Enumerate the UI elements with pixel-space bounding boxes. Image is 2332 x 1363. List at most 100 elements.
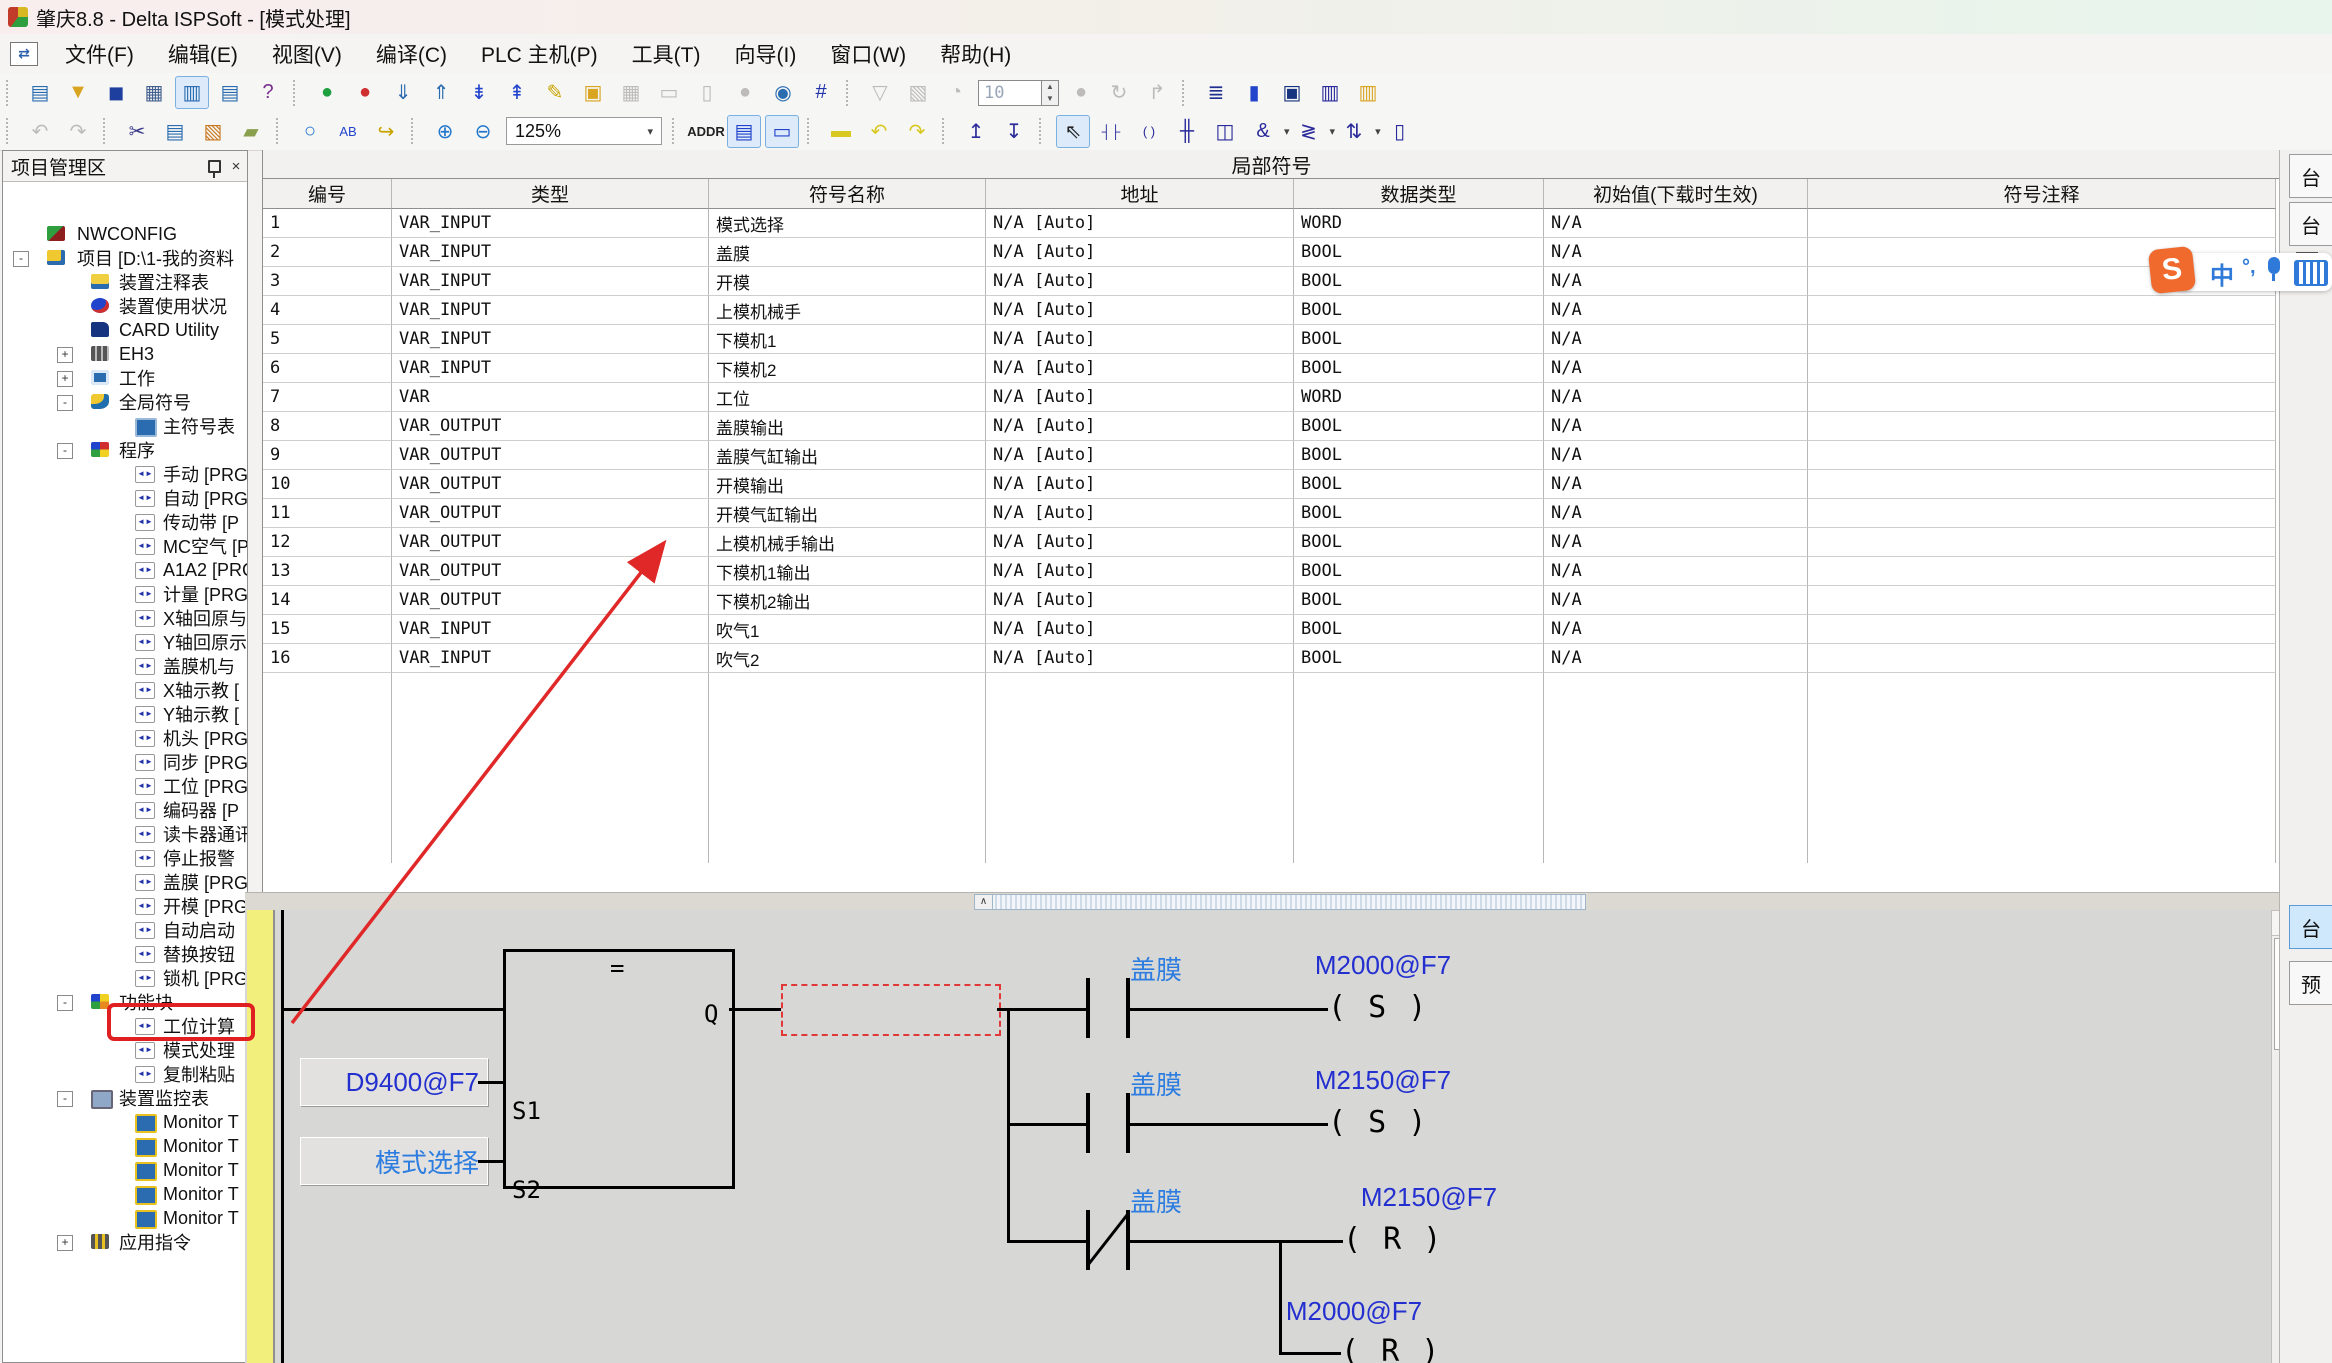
cell-r7-c4[interactable]: WORD	[1294, 383, 1544, 412]
cell-r12-c4[interactable]: BOOL	[1294, 528, 1544, 557]
tree-item-程序[interactable]: 程序	[119, 438, 155, 462]
child-window-icon[interactable]: ⇄	[10, 42, 38, 66]
tree-item-Monitor-T[interactable]: Monitor T	[163, 1158, 239, 1182]
cell-r16-c0[interactable]: 16	[263, 644, 392, 673]
tree-item-MC空气-[P[interactable]: MC空气 [P	[163, 534, 247, 558]
cell-r12-c3[interactable]: N/A [Auto]	[986, 528, 1294, 557]
tree-item-工位-[PRG[interactable]: 工位 [PRG	[163, 774, 247, 798]
cell-r12-c5[interactable]: N/A	[1544, 528, 1808, 557]
table-row[interactable]: 13VAR_OUTPUT下模机1输出N/A [Auto]BOOLN/A	[263, 557, 2280, 586]
table-row[interactable]: 5VAR_INPUT下模机1N/A [Auto]BOOLN/A	[263, 325, 2280, 354]
tree-item-EH3[interactable]: EH3	[119, 342, 154, 366]
function-block[interactable]: =QS1S2	[503, 949, 735, 1189]
column-header-6[interactable]: 符号注释	[1808, 179, 2276, 209]
contact-label-3[interactable]: 盖膜	[1068, 1182, 1244, 1219]
paste-icon[interactable]: ▧	[196, 115, 230, 148]
cell-r15-c1[interactable]: VAR_INPUT	[392, 615, 709, 644]
tree-item-Monitor-T[interactable]: Monitor T	[163, 1206, 239, 1230]
cell-r1-c5[interactable]: N/A	[1544, 209, 1808, 238]
cell-r14-c2[interactable]: 下模机2输出	[709, 586, 986, 615]
spin-down-icon[interactable]: ▼	[1042, 93, 1058, 105]
menu-1[interactable]: 编辑(E)	[151, 34, 255, 73]
table-row[interactable]: 4VAR_INPUT上模机械手N/A [Auto]BOOLN/A	[263, 296, 2280, 325]
cell-r9-c6[interactable]	[1808, 441, 2276, 470]
tree-item-Monitor-T[interactable]: Monitor T	[163, 1182, 239, 1206]
menu-0[interactable]: 文件(F)	[48, 34, 151, 73]
table-row[interactable]: 14VAR_OUTPUT下模机2输出N/A [Auto]BOOLN/A	[263, 586, 2280, 615]
cell-r1-c2[interactable]: 模式选择	[709, 209, 986, 238]
cell-r4-c6[interactable]	[1808, 296, 2276, 325]
chevron-down-icon[interactable]: ▾	[647, 125, 653, 138]
cell-r3-c4[interactable]: BOOL	[1294, 267, 1544, 296]
microphone-icon[interactable]	[2268, 257, 2280, 274]
operand-s1[interactable]: D9400@F7	[300, 1058, 488, 1106]
menu-8[interactable]: 帮助(H)	[923, 34, 1028, 73]
sogou-logo-icon[interactable]: S	[2148, 246, 2196, 294]
menu-5[interactable]: 工具(T)	[615, 34, 718, 73]
cell-r11-c5[interactable]: N/A	[1544, 499, 1808, 528]
cell-r8-c1[interactable]: VAR_OUTPUT	[392, 412, 709, 441]
column-header-1[interactable]: 类型	[392, 179, 709, 209]
cell-r8-c0[interactable]: 8	[263, 412, 392, 441]
contact-label-2[interactable]: 盖膜	[1068, 1065, 1244, 1102]
dock-tab-top-0[interactable]: 台	[2289, 154, 2332, 198]
no-contact-icon[interactable]	[1086, 1093, 1090, 1153]
cell-r10-c4[interactable]: BOOL	[1294, 470, 1544, 499]
cell-r13-c4[interactable]: BOOL	[1294, 557, 1544, 586]
cell-r3-c3[interactable]: N/A [Auto]	[986, 267, 1294, 296]
cell-r13-c2[interactable]: 下模机1输出	[709, 557, 986, 586]
symbol-table-view-icon[interactable]: ▤	[727, 115, 761, 148]
cell-r4-c0[interactable]: 4	[263, 296, 392, 325]
cell-r11-c0[interactable]: 11	[263, 499, 392, 528]
replace-icon[interactable]: AB	[331, 115, 365, 148]
collapse-icon[interactable]: -	[57, 1091, 73, 1107]
simulator-stop-icon[interactable]: ●	[348, 76, 382, 109]
cell-r16-c5[interactable]: N/A	[1544, 644, 1808, 673]
cell-r10-c1[interactable]: VAR_OUTPUT	[392, 470, 709, 499]
snapshot-icon[interactable]: ◉	[766, 76, 800, 109]
cell-r12-c2[interactable]: 上模机械手输出	[709, 528, 986, 557]
table-row[interactable]: 10VAR_OUTPUT开模输出N/A [Auto]BOOLN/A	[263, 470, 2280, 499]
tree-item-Monitor-T[interactable]: Monitor T	[163, 1110, 239, 1134]
tree-item-NWCONFIG[interactable]: NWCONFIG	[77, 222, 177, 246]
operand-s2[interactable]: 模式选择	[300, 1137, 488, 1185]
cell-r6-c1[interactable]: VAR_INPUT	[392, 354, 709, 383]
cell-r4-c1[interactable]: VAR_INPUT	[392, 296, 709, 325]
contact-label-1[interactable]: 盖膜	[1068, 950, 1244, 987]
cell-r5-c1[interactable]: VAR_INPUT	[392, 325, 709, 354]
scroll-left-arrow-icon[interactable]: ∧	[975, 895, 993, 909]
tree-item-Monitor-T[interactable]: Monitor T	[163, 1134, 239, 1158]
edge-dropdown[interactable]: ⇅	[1337, 115, 1371, 148]
coil-tool-icon[interactable]: ( )	[1132, 115, 1166, 148]
cell-r7-c3[interactable]: N/A [Auto]	[986, 383, 1294, 412]
cell-r15-c4[interactable]: BOOL	[1294, 615, 1544, 644]
cell-r8-c2[interactable]: 盖膜输出	[709, 412, 986, 441]
contact-tool-icon[interactable]: ┤├	[1094, 115, 1128, 148]
coil-reset-2[interactable]: ( R )	[1341, 1334, 1441, 1363]
tree-item-手动-[PRG[interactable]: 手动 [PRG	[163, 462, 247, 486]
cell-r11-c6[interactable]	[1808, 499, 2276, 528]
column-header-0[interactable]: 编号	[263, 179, 392, 209]
columns-gold-icon[interactable]: ▥	[1351, 76, 1385, 109]
bookmark-icon[interactable]: ▬	[824, 115, 858, 148]
collapse-icon[interactable]: -	[57, 995, 73, 1011]
online-monitor-icon[interactable]: ▣	[576, 76, 610, 109]
cell-r14-c5[interactable]: N/A	[1544, 586, 1808, 615]
tree-item-Y轴回原示[interactable]: Y轴回原示	[163, 630, 247, 654]
tree-item-锁机-[PRG[interactable]: 锁机 [PRG	[163, 966, 247, 990]
cell-r1-c3[interactable]: N/A [Auto]	[986, 209, 1294, 238]
dock-tab-ladder-1[interactable]: 预	[2289, 961, 2332, 1005]
network-icon[interactable]: #	[804, 76, 838, 109]
tree-item-项目-[D:\1-我的资料[interactable]: 项目 [D:\1-我的资料	[77, 246, 234, 270]
cell-r2-c2[interactable]: 盖膜	[709, 238, 986, 267]
insert-row-below-icon[interactable]: ↧	[997, 115, 1031, 148]
find-icon[interactable]: ○	[293, 115, 327, 148]
download-plc-icon[interactable]: ⇓	[386, 76, 420, 109]
tree-item-X轴示教-[[interactable]: X轴示教 [	[163, 678, 239, 702]
cell-r16-c2[interactable]: 吹气2	[709, 644, 986, 673]
toolbar-handle[interactable]	[276, 118, 285, 144]
insert-row-above-icon[interactable]: ↥	[959, 115, 993, 148]
column-header-3[interactable]: 地址	[986, 179, 1294, 209]
cell-r8-c6[interactable]	[1808, 412, 2276, 441]
cell-r14-c3[interactable]: N/A [Auto]	[986, 586, 1294, 615]
